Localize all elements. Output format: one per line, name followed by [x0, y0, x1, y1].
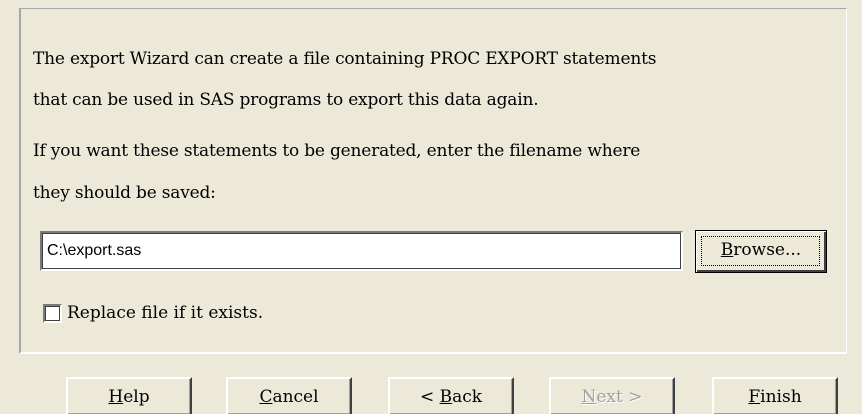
finish-label-rest: inish — [760, 387, 802, 407]
browse-label-rest: rowse... — [733, 240, 802, 260]
help-mnemonic: H — [108, 387, 124, 407]
replace-checkbox[interactable] — [43, 303, 62, 323]
help-label-rest: elp — [123, 387, 150, 407]
browse-mnemonic: B — [720, 240, 734, 260]
next-button[interactable]: Next > — [549, 377, 675, 414]
cancel-mnemonic: C — [259, 387, 273, 407]
description-line-4: they should be saved: — [33, 183, 216, 203]
next-label-rest: ext > — [596, 387, 643, 407]
help-button[interactable]: Help — [66, 377, 192, 414]
back-mnemonic: B — [439, 387, 453, 407]
description-line-2: that can be used in SAS programs to expo… — [33, 90, 539, 110]
cancel-label-rest: ancel — [272, 387, 319, 407]
back-label-prefix: < — [419, 387, 440, 407]
filename-input[interactable] — [40, 231, 683, 271]
finish-button[interactable]: Finish — [712, 377, 838, 414]
back-label-rest: ack — [452, 387, 483, 407]
back-button[interactable]: < Back — [388, 377, 514, 414]
export-wizard-dialog: The export Wizard can create a file cont… — [0, 0, 862, 414]
description-line-1: The export Wizard can create a file cont… — [33, 49, 657, 69]
replace-option[interactable]: Replace file if it exists. — [43, 302, 263, 324]
replace-label[interactable]: Replace file if it exists. — [67, 303, 263, 323]
browse-button-label: Browse... — [696, 240, 826, 260]
finish-mnemonic: F — [748, 387, 761, 407]
browse-button[interactable]: Browse... — [695, 230, 827, 273]
next-mnemonic: N — [581, 387, 597, 407]
description-line-3: If you want these statements to be gener… — [33, 141, 641, 161]
cancel-button[interactable]: Cancel — [226, 377, 352, 414]
